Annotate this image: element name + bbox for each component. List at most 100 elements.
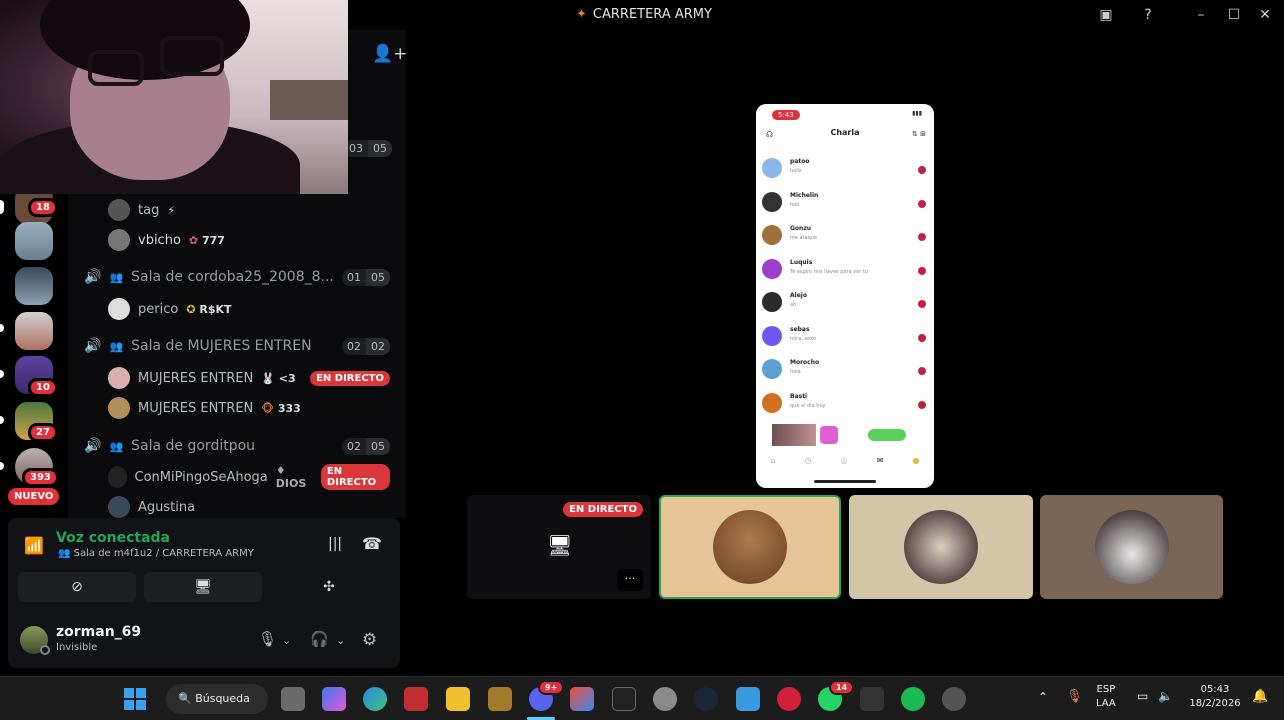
epic-games-icon[interactable] xyxy=(612,687,636,711)
settings-icon[interactable] xyxy=(653,687,677,711)
voice-user[interactable]: tag ⚡ xyxy=(108,198,175,222)
voice-user[interactable]: MUJERES ENTREN 🐰 <3 EN DIRECTO xyxy=(108,366,390,390)
unread-dot xyxy=(918,367,926,375)
search-box[interactable]: 🔍 Búsqueda xyxy=(166,684,268,714)
room-count: 03 05 xyxy=(344,140,392,157)
edge-icon[interactable] xyxy=(363,687,387,711)
voice-user[interactable]: vbicho ✿ 777 xyxy=(108,228,225,252)
close-button[interactable]: ✕ xyxy=(1252,5,1278,25)
clock[interactable]: 05:43 18/2/2026 xyxy=(1188,683,1242,711)
server-icon[interactable] xyxy=(15,222,53,260)
chat-row[interactable]: patoo holis xyxy=(762,156,928,186)
app-icon[interactable] xyxy=(860,687,884,711)
chat-row[interactable]: sebas mira, sexo xyxy=(762,324,928,354)
people-icon: 👥 xyxy=(109,270,124,284)
microphone-icon[interactable]: 🎙 xyxy=(258,630,277,648)
disconnect-icon[interactable]: ☎ xyxy=(362,534,382,553)
unread-badge: 27 xyxy=(28,423,58,442)
user-tag: 🐰 <3 xyxy=(261,371,296,385)
chevron-up-icon[interactable]: ⌃ xyxy=(1038,690,1048,704)
chat-row[interactable]: Gonzu me ataque xyxy=(762,223,928,253)
avatar xyxy=(762,292,782,312)
stream-tile[interactable]: EN DIRECTO 🖥 ··· xyxy=(467,495,651,599)
chat-row[interactable]: Basti que el dia hoy xyxy=(762,391,928,421)
language-indicator[interactable]: ESP LAA xyxy=(1096,683,1116,711)
chat-row[interactable]: Alejo ah xyxy=(762,290,928,320)
avatar xyxy=(713,510,787,584)
headphones-icon[interactable]: 🎧 xyxy=(310,630,329,648)
chat-preview: que el dia hoy xyxy=(790,402,826,409)
room-count: 02 05 xyxy=(342,437,390,455)
participant-tile[interactable] xyxy=(1040,495,1223,599)
minimize-button[interactable]: – xyxy=(1188,5,1214,25)
voice-user[interactable]: perico ✪ R$KT xyxy=(108,297,232,321)
participant-tile[interactable] xyxy=(849,495,1033,599)
inbox-icon[interactable]: ▣ xyxy=(1093,5,1119,25)
title-bar: ✦ CARRETERA ARMY ▣ ? – ☐ ✕ xyxy=(348,0,1284,30)
user-status: Invisible xyxy=(56,642,98,653)
screen-share-stream[interactable]: 5:43 ▮▮▮ ☊ Charla ⇅ ⊞ patoo holis Michelin… xyxy=(756,104,934,488)
app-icon[interactable] xyxy=(488,687,512,711)
username[interactable]: zorman_69 xyxy=(56,624,141,640)
screen-share-button[interactable]: 🖥 xyxy=(144,572,262,602)
task-view-icon[interactable] xyxy=(281,687,305,711)
voice-location[interactable]: 👥 Sala de m4f1u2 / CARRETERA ARMY xyxy=(58,548,254,559)
room-count: 02 02 xyxy=(342,337,390,355)
more-options-button[interactable]: ··· xyxy=(617,569,643,591)
microsoft-store-icon[interactable] xyxy=(570,687,594,711)
chat-preview: holis xyxy=(790,168,802,174)
avatar xyxy=(762,158,782,178)
winrar-icon[interactable] xyxy=(404,687,428,711)
screen-icon: 🖥 xyxy=(547,533,573,557)
stories-bar xyxy=(762,424,928,446)
voice-room[interactable]: 🔊 👥 Sala de MUJERES ENTREN 02 02 xyxy=(84,334,390,358)
voice-user[interactable]: ConMiPingoSeAhoga ♦ DIOS EN DIRECTO xyxy=(108,464,390,490)
network-icon[interactable]: ▭ xyxy=(1137,689,1148,703)
add-member-icon[interactable]: 👤+ xyxy=(372,44,407,64)
chat-preview: ah xyxy=(790,302,797,308)
unread-badge: 393 xyxy=(22,468,59,487)
voice-panel: 📶 Voz conectada 👥 Sala de m4f1u2 / CARRE… xyxy=(8,518,400,668)
chevron-down-icon[interactable]: ⌄ xyxy=(282,634,291,647)
volume-icon[interactable]: 🔈 xyxy=(1158,689,1173,703)
voice-room[interactable]: 🔊 👥 Sala de gorditpou 02 05 xyxy=(84,434,390,458)
microphone-icon[interactable]: 🎙 xyxy=(1066,689,1083,704)
voice-user[interactable]: MUJERES ENTREN 🐵 333 xyxy=(108,396,301,420)
notification-icon[interactable]: 🔔 xyxy=(1252,689,1268,704)
camera-off-button[interactable]: ⊘ xyxy=(18,572,136,602)
speaker-icon: 🔊 xyxy=(84,269,102,285)
voice-room[interactable]: 🔊 👥 Sala de cordoba25_2008_8... 01 05 xyxy=(84,265,390,289)
opera-icon[interactable] xyxy=(777,687,801,711)
server-icon[interactable] xyxy=(15,267,53,305)
chevron-down-icon[interactable]: ⌄ xyxy=(336,634,345,647)
server-icon[interactable] xyxy=(15,312,53,350)
file-explorer-icon[interactable] xyxy=(446,687,470,711)
help-icon[interactable]: ? xyxy=(1135,5,1161,25)
server-rail: 18 10 27 393 xyxy=(0,186,68,518)
app-icon[interactable] xyxy=(736,687,760,711)
voice-status[interactable]: Voz conectada xyxy=(56,530,170,546)
chat-row[interactable]: Luquis Te aspiro mis llaves para ver tu xyxy=(762,257,928,287)
maximize-button[interactable]: ☐ xyxy=(1221,5,1247,25)
chat-name: Gonzu xyxy=(790,225,812,232)
avatar xyxy=(762,325,782,346)
windows-start-icon[interactable] xyxy=(124,688,146,710)
steam-icon[interactable] xyxy=(694,687,718,711)
user-tag: ✿ 777 xyxy=(188,233,225,247)
chat-preview: me ataque xyxy=(790,235,818,241)
chat-row[interactable]: Michelin holi xyxy=(762,190,928,220)
phone-nav: ⌂ ◷ ◎ ✉ ● xyxy=(770,455,920,465)
unread-dot xyxy=(918,166,926,174)
whatsapp-badge: 14 xyxy=(829,680,855,695)
app-icon[interactable] xyxy=(942,687,966,711)
participant-tile[interactable] xyxy=(659,495,841,599)
copilot-icon[interactable] xyxy=(322,687,346,711)
gear-icon[interactable]: ⚙ xyxy=(362,630,377,650)
noise-suppression-icon[interactable]: ||| xyxy=(328,536,342,552)
unread-dot xyxy=(918,233,926,241)
voice-user[interactable]: Agustina xyxy=(108,495,195,519)
taskbar: 🔍 Búsqueda 9+ 14 ⌃ 🎙 ESP LAA ▭ 🔈 05:43 1… xyxy=(0,676,1284,720)
activities-button[interactable]: ✣ xyxy=(270,572,388,602)
chat-row[interactable]: Morocho hola xyxy=(762,357,928,387)
spotify-icon[interactable] xyxy=(901,687,925,711)
